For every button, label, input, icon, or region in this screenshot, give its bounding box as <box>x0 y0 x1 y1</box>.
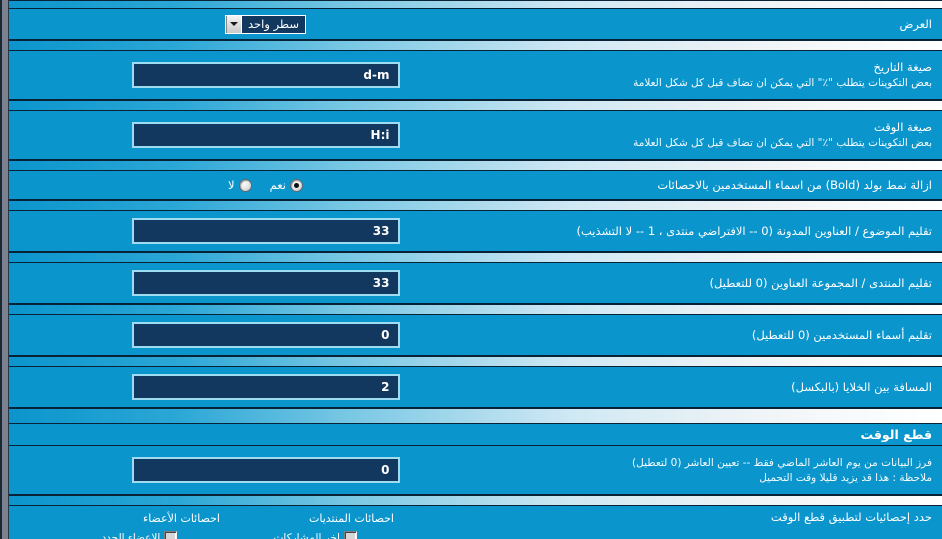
radio-selected-icon[interactable] <box>289 178 303 192</box>
separator-7 <box>9 356 942 367</box>
timecut-section-title: قطع الوقت <box>860 426 932 442</box>
row-bold-removal-control: نعم لا <box>9 174 522 196</box>
row-date-format-label-cell: صيغة التاريخ بعض التكوينات يتطلب "٪" الت… <box>522 56 942 94</box>
checkbox-column-members-heading: احصائات الأعضاء <box>143 512 220 525</box>
checkbox-column-forums-heading: احصائات المنتديات <box>309 512 394 525</box>
separator-6 <box>9 304 942 315</box>
row-trim-username-label-cell: تقليم أسماء المستخدمين (0 للتعطيل) <box>522 324 942 347</box>
settings-page: العرض سطر واحد صيغة التاريخ بعض التكوينا… <box>0 0 942 539</box>
radio-unselected-icon[interactable] <box>238 178 252 192</box>
row-cell-spacing-label-cell: المسافة بين الخلايا (بالبكسل) <box>522 376 942 399</box>
row-timecut-stats-control: احصائات المنتديات اخر المشاركات آخر أخبا… <box>9 506 522 539</box>
row-trim-forum-label: تقليم المنتدى / المجموعة العناوين (0 للت… <box>709 275 932 290</box>
row-display: العرض سطر واحد <box>9 9 942 40</box>
separator-section-timecut <box>9 408 942 424</box>
display-mode-select-value: سطر واحد <box>248 17 299 31</box>
row-trim-forum: تقليم المنتدى / المجموعة العناوين (0 للت… <box>9 263 942 304</box>
row-time-format-control: H:i <box>9 118 522 152</box>
row-cell-spacing-label: المسافة بين الخلايا (بالبكسل) <box>791 379 932 394</box>
bold-removal-radio-yes-label: نعم <box>269 178 286 192</box>
separator-3 <box>9 160 942 171</box>
checkbox-label: الاعضاء الجدد <box>101 531 161 539</box>
row-timecut-days: فرز البيانات من يوم العاشر الماضي فقط --… <box>9 446 942 495</box>
row-bold-removal-label-cell: ازالة نمط بولد (Bold) من اسماء المستخدمي… <box>522 174 942 197</box>
checkbox-item[interactable]: اخر المشاركات <box>274 528 357 539</box>
row-time-format-label-cell: صيغة الوقت بعض التكوينات يتطلب "٪" التي … <box>522 116 942 154</box>
row-display-label: العرض <box>899 16 933 31</box>
row-timecut-stats-label: حدد إحصائيات لتطبيق قطع الوقت <box>770 510 932 524</box>
bold-removal-radio-no-label: لا <box>228 178 235 192</box>
checkbox-icon[interactable] <box>164 531 178 539</box>
timecut-days-input[interactable]: 0 <box>131 457 400 483</box>
row-time-format-desc: بعض التكوينات يتطلب "٪" التي يمكن ان تضا… <box>633 137 932 149</box>
row-trim-username-control: 0 <box>9 318 522 352</box>
checkbox-label: اخر المشاركات <box>273 531 340 539</box>
trim-forum-input[interactable]: 33 <box>131 270 400 296</box>
row-trim-forum-control: 33 <box>9 266 522 300</box>
chevron-down-icon[interactable] <box>226 15 243 33</box>
row-timecut-header: قطع الوقت <box>9 424 942 446</box>
row-timecut-days-label-cell: فرز البيانات من يوم العاشر الماضي فقط --… <box>522 452 942 489</box>
date-format-input[interactable]: d-m <box>131 62 400 88</box>
checkbox-column-forums: احصائات المنتديات اخر المشاركات آخر أخبا… <box>268 510 436 539</box>
row-time-format: صيغة الوقت بعض التكوينات يتطلب "٪" التي … <box>9 111 942 160</box>
time-format-input[interactable]: H:i <box>131 122 400 148</box>
separator-1 <box>9 40 942 51</box>
row-bold-removal-label: ازالة نمط بولد (Bold) من اسماء المستخدمي… <box>657 177 932 192</box>
row-cell-spacing: المسافة بين الخلايا (بالبكسل) 2 <box>9 367 942 408</box>
row-trim-topic-label-cell: تقليم الموضوع / العناوين المدونة (0 -- ا… <box>522 220 942 243</box>
bold-removal-radio-no[interactable]: لا <box>228 178 252 192</box>
checkbox-icon[interactable] <box>343 531 357 539</box>
row-date-format: صيغة التاريخ بعض التكوينات يتطلب "٪" الت… <box>9 51 942 100</box>
settings-sheet: العرض سطر واحد صيغة التاريخ بعض التكوينا… <box>9 0 942 539</box>
separator-4 <box>9 200 942 211</box>
row-timecut-header-label-cell: قطع الوقت <box>9 425 942 445</box>
row-cell-spacing-control: 2 <box>9 370 522 404</box>
timecut-stats-checkbox-grid: احصائات المنتديات اخر المشاركات آخر أخبا… <box>96 508 436 539</box>
checkbox-item[interactable]: الاعضاء الجدد <box>102 528 178 539</box>
row-trim-forum-label-cell: تقليم المنتدى / المجموعة العناوين (0 للت… <box>522 272 942 295</box>
trim-username-input[interactable]: 0 <box>131 322 400 348</box>
separator-8 <box>9 495 942 506</box>
row-date-format-control: d-m <box>9 58 522 92</box>
cell-spacing-input[interactable]: 2 <box>131 374 400 400</box>
separator-2 <box>9 100 942 111</box>
separator-top <box>9 0 942 9</box>
row-trim-topic-control: 33 <box>9 214 522 248</box>
trim-topic-input[interactable]: 33 <box>131 218 400 244</box>
separator-5 <box>9 252 942 263</box>
row-trim-username-label: تقليم أسماء المستخدمين (0 للتعطيل) <box>751 327 932 342</box>
display-mode-select[interactable]: سطر واحد <box>225 14 306 34</box>
row-timecut-stats-label-cell: حدد إحصائيات لتطبيق قطع الوقت <box>522 506 942 529</box>
row-display-control: سطر واحد <box>9 11 522 38</box>
row-time-format-label: صيغة الوقت <box>873 120 932 134</box>
row-date-format-desc: بعض التكوينات يتطلب "٪" التي يمكن ان تضا… <box>633 77 932 89</box>
row-timecut-stats: حدد إحصائيات لتطبيق قطع الوقت احصائات ال… <box>9 506 942 539</box>
checkbox-column-members: احصائات الأعضاء الاعضاء الجدد اعلى المشا… <box>96 510 268 539</box>
row-timecut-days-desc1: فرز البيانات من يوم العاشر الماضي فقط --… <box>632 456 932 469</box>
row-bold-removal: ازالة نمط بولد (Bold) من اسماء المستخدمي… <box>9 171 942 200</box>
bold-removal-radio-yes[interactable]: نعم <box>270 178 303 192</box>
row-trim-username: تقليم أسماء المستخدمين (0 للتعطيل) 0 <box>9 315 942 356</box>
row-display-label-cell: العرض <box>522 13 942 36</box>
row-trim-topic: تقليم الموضوع / العناوين المدونة (0 -- ا… <box>9 211 942 252</box>
row-date-format-label: صيغة التاريخ <box>873 60 932 74</box>
row-trim-topic-label: تقليم الموضوع / العناوين المدونة (0 -- ا… <box>576 223 932 238</box>
left-gutter-bar <box>0 0 9 539</box>
row-timecut-days-desc2: ملاحظة : هذا قد يزيد قليلا وقت التحميل <box>759 471 932 484</box>
row-timecut-days-control: 0 <box>9 453 522 487</box>
bold-removal-radio-group: نعم لا <box>228 178 303 192</box>
